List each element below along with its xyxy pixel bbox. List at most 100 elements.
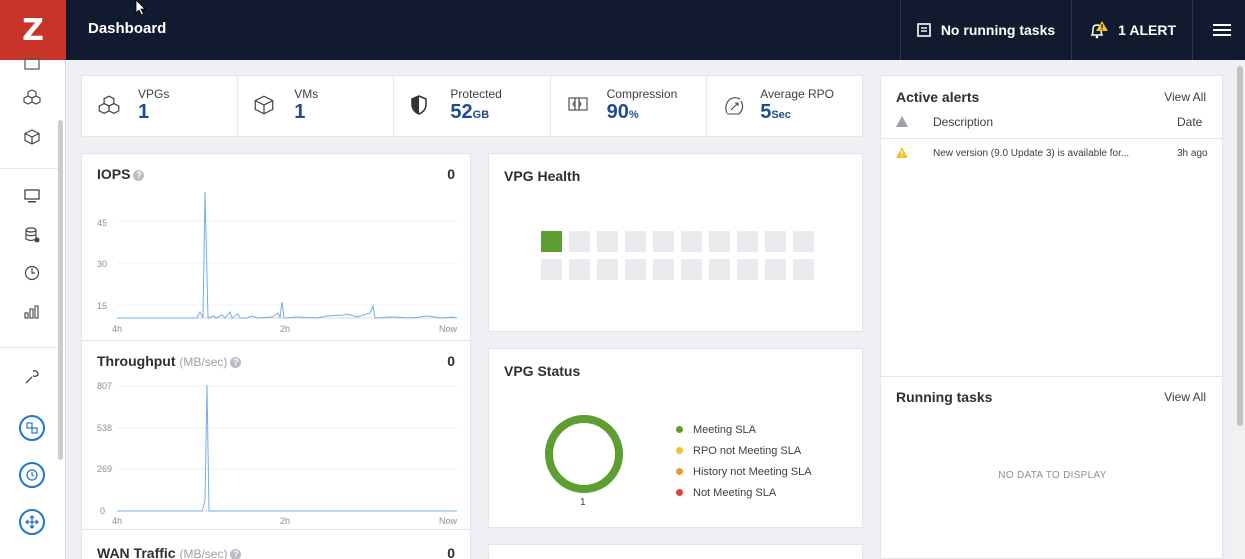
no-data-message: NO DATA TO DISPLAY bbox=[998, 470, 1107, 481]
sidebar-item-storage[interactable] bbox=[21, 224, 43, 246]
iops-card: IOPS? 0 45 30 15 0 4h 2h Now bbox=[81, 153, 471, 341]
legend-dot bbox=[676, 426, 683, 433]
bell-alert-icon bbox=[1090, 21, 1109, 39]
sidebar-action-move[interactable] bbox=[19, 509, 45, 535]
y-tick: 538 bbox=[97, 423, 112, 433]
col-date[interactable]: Date bbox=[1177, 115, 1202, 129]
vpg-health-tile-healthy[interactable] bbox=[541, 231, 562, 252]
stat-protected[interactable]: Protected 52GB bbox=[394, 76, 551, 136]
vpg-health-tile-empty bbox=[541, 259, 562, 280]
throughput-value: 0 bbox=[447, 353, 455, 369]
top-bar: Z Dashboard No running tasks 1 ALERT bbox=[0, 0, 1245, 60]
sidebar-item-monitoring[interactable] bbox=[21, 262, 43, 284]
throughput-title: Throughput (MB/sec)? bbox=[97, 353, 242, 369]
stat-value: 1 bbox=[294, 101, 306, 123]
alerts-button[interactable]: 1 ALERT bbox=[1071, 0, 1192, 60]
sidebar-action-failover[interactable] bbox=[19, 415, 45, 441]
sidebar-divider bbox=[0, 168, 58, 169]
wan-value: 0 bbox=[447, 545, 455, 559]
legend-item: Not Meeting SLA bbox=[676, 482, 812, 503]
vpg-health-title: VPG Health bbox=[504, 168, 581, 184]
alert-count-label: 1 ALERT bbox=[1118, 22, 1176, 38]
vpg-health-tile-empty bbox=[653, 259, 674, 280]
stat-label: Protected bbox=[450, 87, 502, 101]
sidebar bbox=[0, 58, 66, 559]
throughput-card: Throughput (MB/sec)? 0 807 538 269 0 4h … bbox=[81, 341, 471, 530]
legend-item: RPO not Meeting SLA bbox=[676, 440, 812, 461]
x-tick: Now bbox=[439, 324, 458, 334]
shield-icon bbox=[411, 95, 428, 115]
stat-average-rpo[interactable]: Average RPO 5Sec bbox=[707, 76, 862, 136]
history-icon bbox=[26, 469, 38, 481]
vpg-health-tile-empty bbox=[793, 259, 814, 280]
y-tick: 30 bbox=[97, 259, 107, 269]
alerts-view-all-link[interactable]: View All bbox=[1164, 90, 1206, 104]
y-tick: 807 bbox=[97, 381, 112, 391]
stat-vms[interactable]: VMs 1 bbox=[238, 76, 395, 136]
vm-icon bbox=[254, 95, 274, 115]
wrench-icon bbox=[25, 370, 39, 384]
running-tasks-button[interactable]: No running tasks bbox=[899, 0, 1071, 60]
vpg-health-tile-empty bbox=[793, 231, 814, 252]
sidebar-item-setup[interactable] bbox=[21, 366, 43, 388]
partial-card bbox=[488, 544, 863, 559]
sidebar-item-reports[interactable] bbox=[21, 301, 43, 323]
vpg-health-tile-empty bbox=[625, 259, 646, 280]
page-scrollbar[interactable] bbox=[1235, 60, 1245, 559]
vpg-health-tile-empty bbox=[597, 259, 618, 280]
main-menu-button[interactable] bbox=[1192, 0, 1245, 60]
page-title: Dashboard bbox=[88, 20, 167, 37]
throughput-unit: (MB/sec) bbox=[179, 355, 228, 369]
sidebar-action-restore[interactable] bbox=[19, 462, 45, 488]
vpg-icon bbox=[98, 95, 120, 115]
stat-compression[interactable]: Compression 90% bbox=[551, 76, 707, 136]
legend-dot bbox=[676, 447, 683, 454]
zerto-logo[interactable]: Z bbox=[0, 0, 66, 60]
legend-item: Meeting SLA bbox=[676, 419, 812, 440]
stat-label: Compression bbox=[606, 87, 678, 101]
wan-title-text: WAN Traffic bbox=[97, 545, 176, 559]
stat-value: 52 bbox=[450, 101, 473, 123]
cube-icon bbox=[24, 129, 40, 145]
legend-dot bbox=[676, 468, 683, 475]
y-tick: 45 bbox=[97, 218, 107, 228]
mouse-cursor-icon bbox=[135, 0, 146, 16]
tasks-view-all-link[interactable]: View All bbox=[1164, 390, 1206, 404]
legend-label: History not Meeting SLA bbox=[693, 465, 812, 478]
legend-dot bbox=[676, 489, 683, 496]
vpg-health-tile-empty bbox=[625, 231, 646, 252]
vpg-health-tile-empty bbox=[737, 259, 758, 280]
stat-vpgs[interactable]: VPGs 1 bbox=[82, 76, 239, 136]
donut-count: 1 bbox=[580, 497, 586, 508]
alerts-tasks-panel: Active alerts View All Description Date … bbox=[880, 75, 1224, 559]
vpg-health-tile-empty bbox=[709, 259, 730, 280]
vpg-health-tile-empty bbox=[709, 231, 730, 252]
bar-chart-icon bbox=[24, 305, 39, 319]
help-icon[interactable]: ? bbox=[230, 356, 242, 368]
sidebar-item-vms[interactable] bbox=[21, 126, 43, 148]
vpg-status-donut[interactable] bbox=[544, 414, 624, 494]
vpg-status-title: VPG Status bbox=[504, 363, 581, 379]
stat-unit: % bbox=[628, 109, 639, 121]
sidebar-item-vpgs[interactable] bbox=[21, 87, 43, 109]
monitor-icon bbox=[24, 189, 40, 203]
help-icon[interactable]: ? bbox=[230, 548, 242, 559]
page-scrollbar-thumb[interactable] bbox=[1237, 66, 1243, 426]
help-icon[interactable]: ? bbox=[133, 169, 145, 181]
wan-title: WAN Traffic (MB/sec)? bbox=[97, 545, 242, 559]
iops-chart: 45 30 15 0 4h 2h Now bbox=[97, 191, 458, 334]
sidebar-item-partial[interactable] bbox=[21, 54, 43, 76]
col-description[interactable]: Description bbox=[933, 115, 993, 129]
x-tick: 2h bbox=[280, 516, 290, 526]
iops-title-text: IOPS bbox=[97, 166, 131, 182]
legend-label: RPO not Meeting SLA bbox=[693, 444, 802, 457]
vpg-health-tile-empty bbox=[765, 231, 786, 252]
x-tick: 4h bbox=[112, 516, 122, 526]
iops-value: 0 bbox=[447, 166, 455, 182]
y-tick: 15 bbox=[97, 301, 107, 311]
sidebar-scrollbar[interactable] bbox=[58, 120, 63, 460]
tasks-icon bbox=[917, 23, 931, 37]
sidebar-item-sites[interactable] bbox=[21, 185, 43, 207]
active-alerts-title: Active alerts bbox=[896, 89, 980, 105]
stat-label: VMs bbox=[294, 87, 319, 101]
